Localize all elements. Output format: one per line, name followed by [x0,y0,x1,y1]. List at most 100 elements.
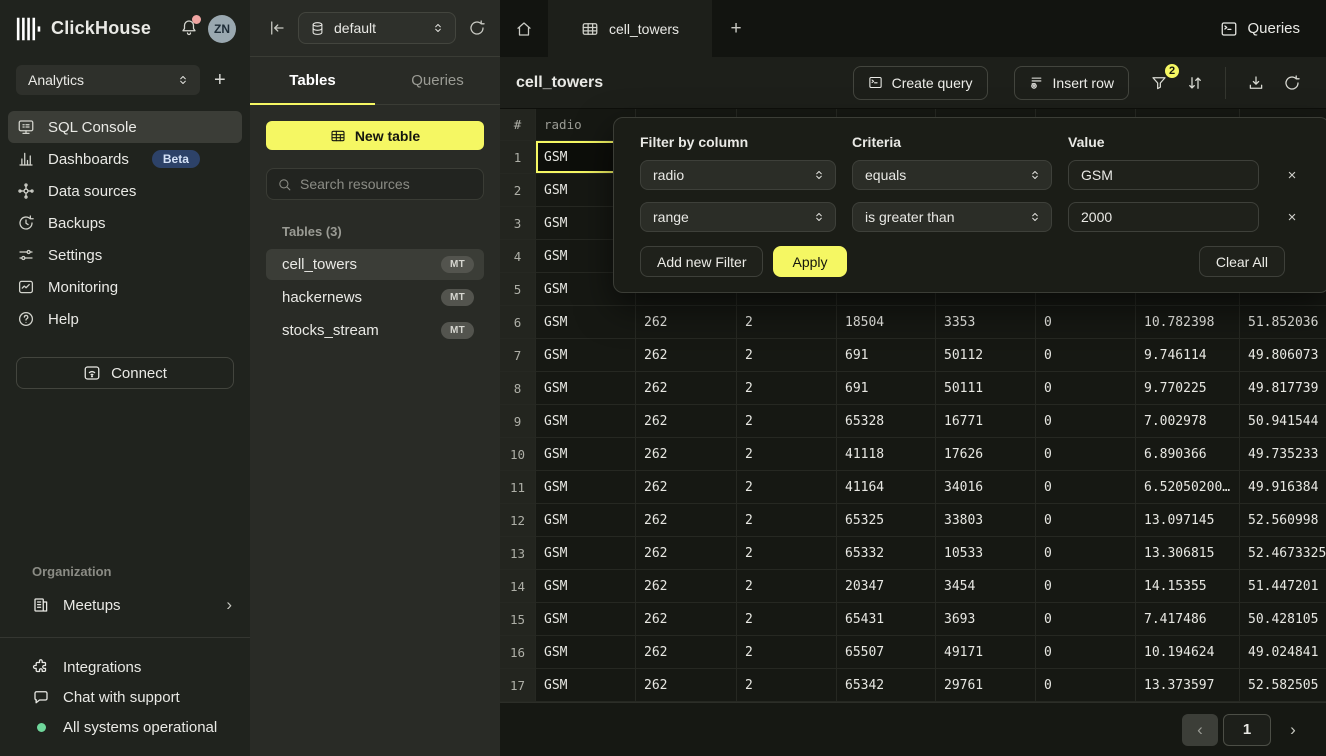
cell[interactable]: 65507 [837,636,936,669]
cell[interactable]: 0 [1036,339,1136,372]
cell[interactable]: 3693 [936,603,1036,636]
cell[interactable]: 2 [737,306,837,339]
cell[interactable]: 65332 [837,537,936,570]
cell[interactable]: 49.916384 [1240,471,1326,504]
cell[interactable]: 0 [1036,603,1136,636]
table-list-item-cell-towers[interactable]: cell_towersMT [266,249,484,280]
cell[interactable]: 10533 [936,537,1036,570]
cell[interactable]: 52.4673325 [1240,537,1326,570]
cell[interactable]: 0 [1036,636,1136,669]
cell[interactable]: 50111 [936,372,1036,405]
cell[interactable]: 2 [737,669,837,702]
cell[interactable]: 51.447201 [1240,570,1326,603]
cell[interactable]: GSM [536,339,636,372]
cell[interactable]: 262 [636,438,737,471]
cell[interactable]: 34016 [936,471,1036,504]
apply-filters-button[interactable]: Apply [773,246,846,277]
remove-filter-icon[interactable]: × [1279,162,1305,188]
sidebar-item-monitoring[interactable]: Monitoring [8,271,242,303]
cell[interactable]: 2 [737,603,837,636]
connect-button[interactable]: Connect [16,357,234,389]
cell[interactable]: 262 [636,636,737,669]
refresh-tables-icon[interactable] [468,19,486,37]
filter-column-select[interactable]: radio [640,160,836,190]
cell[interactable]: GSM [536,636,636,669]
sidebar-item-chat-with-support[interactable]: Chat with support [0,682,250,712]
cell[interactable]: 13.097145 [1136,504,1240,537]
cell[interactable]: 49171 [936,636,1036,669]
cell[interactable]: 262 [636,405,737,438]
cell[interactable]: 7.417486 [1136,603,1240,636]
create-query-button[interactable]: Create query [853,66,988,100]
cell[interactable]: GSM [536,438,636,471]
avatar[interactable]: ZN [208,15,236,43]
tab-cell-towers[interactable]: cell_towers [548,0,712,57]
sidebar-item-help[interactable]: Help [8,303,242,335]
table-list-item-hackernews[interactable]: hackernewsMT [266,282,484,313]
remove-filter-icon[interactable]: × [1279,204,1305,230]
home-button[interactable] [500,0,548,57]
sidebar-item-settings[interactable]: Settings [8,239,242,271]
cell[interactable]: 0 [1036,504,1136,537]
tab-tables[interactable]: Tables [250,57,375,104]
cell[interactable]: 2 [737,537,837,570]
cell[interactable]: 262 [636,339,737,372]
cell[interactable]: 49.817739 [1240,372,1326,405]
previous-page-button[interactable]: ‹ [1182,714,1218,746]
sidebar-item-sql-console[interactable]: SQL Console [8,111,242,143]
sort-button[interactable] [1177,65,1213,101]
cell[interactable]: 41164 [837,471,936,504]
cell[interactable]: 691 [837,372,936,405]
cell[interactable]: 2 [737,372,837,405]
cell[interactable]: GSM [536,537,636,570]
cell[interactable]: 13.306815 [1136,537,1240,570]
clear-all-filters-button[interactable]: Clear All [1199,246,1285,277]
sidebar-item-all-systems-operational[interactable]: All systems operational [0,712,250,742]
cell[interactable]: 65328 [837,405,936,438]
cell[interactable]: 9.770225 [1136,372,1240,405]
cell[interactable]: GSM [536,603,636,636]
cell[interactable]: 262 [636,306,737,339]
cell[interactable]: 49.024841 [1240,636,1326,669]
page-number-input[interactable]: 1 [1223,714,1271,746]
cell[interactable]: 2 [737,471,837,504]
queries-button[interactable]: Queries [1208,0,1326,57]
cell[interactable]: 3353 [936,306,1036,339]
cell[interactable]: 2 [737,636,837,669]
cell[interactable]: GSM [536,471,636,504]
cell[interactable]: 9.746114 [1136,339,1240,372]
filter-criteria-select[interactable]: equals [852,160,1052,190]
cell[interactable]: 0 [1036,438,1136,471]
cell[interactable]: GSM [536,306,636,339]
filter-value-input[interactable] [1068,160,1259,190]
cell[interactable]: 17626 [936,438,1036,471]
cell[interactable]: 50.428105 [1240,603,1326,636]
filter-value-input[interactable] [1068,202,1259,232]
filter-criteria-select[interactable]: is greater than [852,202,1052,232]
cell[interactable]: 0 [1036,471,1136,504]
cell[interactable]: 10.194624 [1136,636,1240,669]
cell[interactable]: 2 [737,570,837,603]
cell[interactable]: 13.373597 [1136,669,1240,702]
add-new-filter-button[interactable]: Add new Filter [640,246,763,277]
refresh-button[interactable] [1274,65,1310,101]
cell[interactable]: 2 [737,438,837,471]
cell[interactable]: 16771 [936,405,1036,438]
cell[interactable]: 18504 [837,306,936,339]
cell[interactable]: GSM [536,669,636,702]
cell[interactable]: 0 [1036,405,1136,438]
cell[interactable]: 0 [1036,570,1136,603]
sidebar-item-data-sources[interactable]: Data sources [8,175,242,207]
notifications-bell-icon[interactable] [180,18,198,40]
cell[interactable]: 52.582505 [1240,669,1326,702]
cell[interactable]: 262 [636,570,737,603]
cell[interactable]: 52.560998 [1240,504,1326,537]
cell[interactable]: GSM [536,504,636,537]
cell[interactable]: 262 [636,504,737,537]
cell[interactable]: 0 [1036,372,1136,405]
filter-column-select[interactable]: range [640,202,836,232]
database-select[interactable]: default [298,12,456,44]
collapse-panel-icon[interactable] [268,19,286,37]
cell[interactable]: 262 [636,471,737,504]
cell[interactable]: 262 [636,669,737,702]
